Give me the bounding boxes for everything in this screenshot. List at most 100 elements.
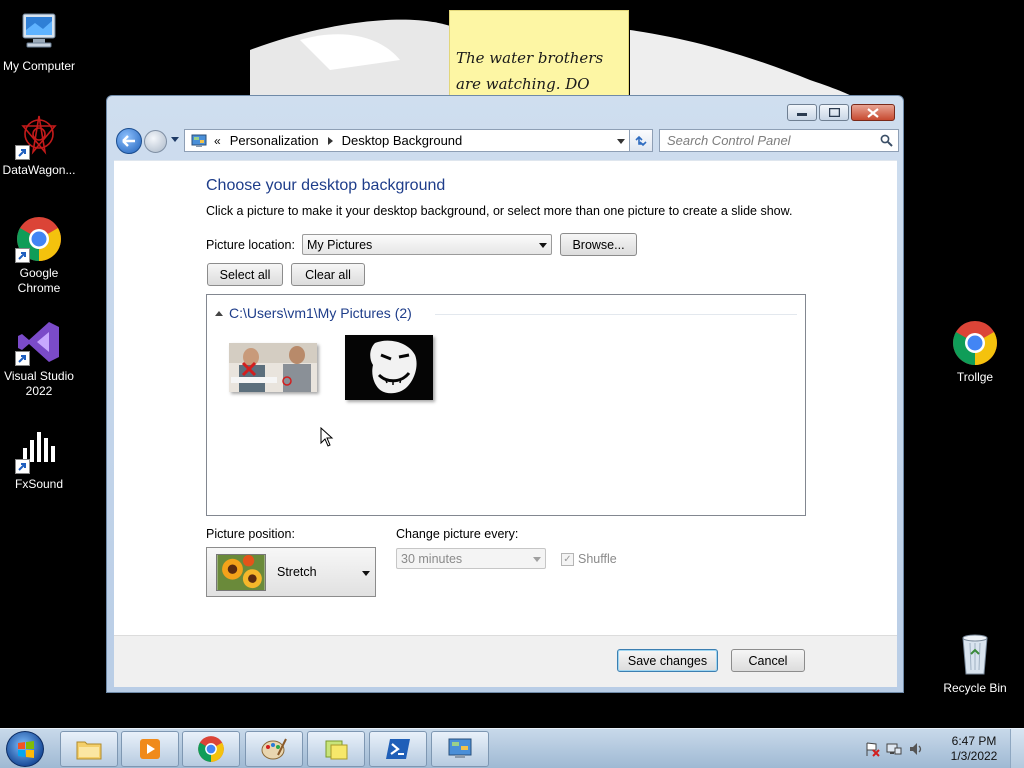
forward-button[interactable] [144,130,167,153]
refresh-icon [635,135,647,146]
chevron-down-icon [362,571,370,576]
maximize-button[interactable] [819,104,849,121]
control-panel-icon [448,738,472,758]
datawagon-icon [15,112,63,160]
breadcrumb-separator-icon[interactable] [327,136,333,145]
collapse-icon[interactable] [215,311,223,316]
breadcrumb-overflow[interactable]: « [214,134,221,148]
breadcrumb-desktop-background[interactable]: Desktop Background [342,133,463,148]
minimize-button[interactable] [787,104,817,121]
address-bar[interactable]: « Personalization Desktop Background [184,129,632,152]
page-description: Click a picture to make it your desktop … [206,204,793,218]
desktop-icon-datawagon[interactable]: DataWagon... [1,112,77,178]
desktop-icon-google-chrome[interactable]: Google Chrome [1,215,77,296]
fxsound-icon [15,426,63,474]
taskbar-paint[interactable] [245,731,303,767]
taskbar-control-panel[interactable] [431,731,489,767]
picture-thumbnail[interactable] [229,343,317,392]
close-icon [867,107,879,118]
chrome-icon [951,319,999,367]
footer-bar: Save changes Cancel [114,635,897,687]
navigation-bar: « Personalization Desktop Background Sea… [114,127,899,155]
picture-list[interactable]: C:\Users\vm1\My Pictures (2) [206,294,806,516]
picture-location-label: Picture location: [206,238,295,252]
desktop-icon-label: FxSound [14,477,64,491]
mouse-cursor-icon [320,427,334,447]
desktop-icon-my-computer[interactable]: My Computer [1,8,77,74]
cancel-button[interactable]: Cancel [731,649,805,672]
show-desktop-button[interactable] [1010,729,1024,768]
action-center-flag-icon[interactable] [864,741,880,760]
chevron-down-icon [539,243,547,248]
desktop-icon-label: DataWagon... [2,163,76,177]
volume-icon[interactable] [908,741,924,760]
change-picture-select[interactable]: 30 minutes [396,548,546,569]
clock-date: 1/3/2022 [950,749,998,763]
sticky-note-line: The water brothers [456,49,604,67]
sticky-note[interactable]: The water brothers are watching. DO [449,10,629,96]
select-all-button[interactable]: Select all [207,263,283,286]
trollge-thumbnail-image [345,335,433,400]
breadcrumb-personalization[interactable]: Personalization [230,133,319,148]
visual-studio-icon [15,318,63,366]
shortcut-arrow-icon [15,459,30,474]
desktop-icon-label: Visual Studio 2022 [4,369,74,398]
system-tray [864,741,924,760]
computer-icon [15,8,63,56]
network-icon[interactable] [886,741,902,760]
window-controls [787,104,895,121]
clock[interactable]: 6:47 PM 1/3/2022 [946,734,1002,764]
taskbar-sticky-notes[interactable] [307,731,365,767]
minimize-icon [797,112,807,116]
picture-position-value: Stretch [277,565,317,579]
recent-pages-dropdown[interactable] [171,137,179,142]
shortcut-arrow-icon [15,145,30,160]
maximize-icon [828,108,840,117]
browse-button[interactable]: Browse... [560,233,637,256]
divider [435,314,797,315]
picture-group-header[interactable]: C:\Users\vm1\My Pictures (2) [215,305,797,325]
shortcut-arrow-icon [15,248,30,263]
taskbar-file-explorer[interactable] [60,731,118,767]
address-dropdown-icon[interactable] [617,139,625,144]
windows-logo-icon [18,741,34,758]
close-button[interactable] [851,104,895,121]
chrome-icon [15,215,63,263]
desktop-icon-recycle-bin[interactable]: Recycle Bin [937,630,1013,696]
desktop-icon-label: My Computer [2,59,76,73]
chrome-icon [198,736,224,762]
desktop-icon-trollge[interactable]: Trollge [937,319,1013,385]
control-panel-window[interactable]: « Personalization Desktop Background Sea… [106,95,904,693]
page-title: Choose your desktop background [206,177,446,194]
back-button[interactable] [116,128,142,154]
taskbar-media-player[interactable] [121,731,179,767]
picture-location-select[interactable]: My Pictures [302,234,552,255]
clear-all-button[interactable]: Clear all [291,263,365,286]
picture-position-select[interactable]: Stretch [206,547,376,597]
desktop-icon-fxsound[interactable]: FxSound [1,426,77,492]
taskbar-chrome[interactable] [182,731,240,767]
refresh-button[interactable] [629,129,653,152]
sticky-notes-icon [325,740,348,760]
folder-icon [76,741,102,760]
media-player-icon [140,739,160,759]
save-changes-button[interactable]: Save changes [617,649,718,672]
powershell-icon [386,739,410,759]
desktop-icon-visual-studio[interactable]: Visual Studio 2022 [1,318,77,399]
sticky-note-line: are watching. DO [456,75,590,93]
picture-thumbnail[interactable] [345,335,433,400]
shuffle-checkbox[interactable]: ✓ Shuffle [561,552,617,566]
search-icon[interactable] [880,134,893,147]
taskbar-powershell[interactable] [369,731,427,767]
picture-group-title: C:\Users\vm1\My Pictures (2) [229,305,412,321]
shuffle-label: Shuffle [578,552,617,566]
search-input[interactable]: Search Control Panel [659,129,899,152]
paint-palette-icon [261,738,287,760]
chevron-down-icon [533,557,541,562]
clock-time: 6:47 PM [951,734,997,748]
sunflower-preview-image [216,554,266,591]
recycle-bin-icon [951,630,999,678]
picture-location-value: My Pictures [307,238,373,252]
start-button[interactable] [6,731,44,767]
picture-position-label: Picture position: [206,527,295,541]
